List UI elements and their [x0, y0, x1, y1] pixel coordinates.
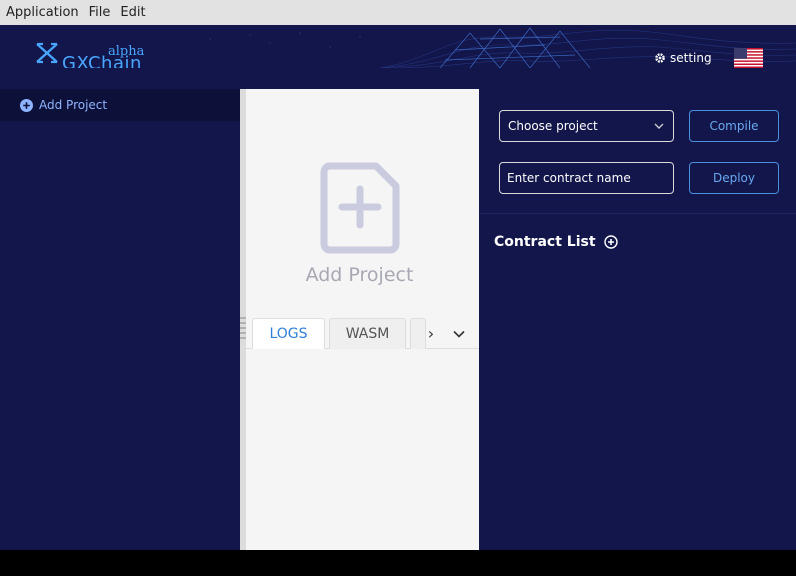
contract-panel: Choose project Compile Deploy Contract L… [479, 89, 796, 550]
plus-circle-icon [20, 98, 33, 112]
window-footer [0, 550, 796, 576]
add-contract-plus-circle-icon[interactable] [603, 235, 618, 249]
tab-more-chevron-down-icon[interactable] [450, 318, 468, 349]
setting-button[interactable]: setting [654, 51, 712, 65]
header-subbar [0, 68, 796, 89]
project-select-placeholder: Choose project [508, 119, 598, 133]
editor-panel: Add Project LOGS WASM › [240, 89, 479, 550]
menu-edit[interactable]: Edit [120, 5, 145, 20]
gear-icon [655, 53, 665, 63]
setting-label: setting [670, 51, 712, 65]
tab-logs[interactable]: LOGS [252, 318, 325, 349]
deploy-button[interactable]: Deploy [689, 162, 779, 194]
menu-application[interactable]: Application [6, 5, 79, 20]
contract-controls: Choose project Compile Deploy [479, 89, 796, 214]
menu-bar: Application File Edit [0, 0, 796, 25]
logo-name: GXChain [62, 53, 142, 68]
output-tabs: LOGS WASM › [246, 318, 479, 349]
sidebar-add-project[interactable]: Add Project [0, 89, 240, 121]
contract-list-title: Contract List [494, 234, 596, 250]
add-project-label[interactable]: Add Project [246, 264, 473, 286]
contract-name-input[interactable] [499, 162, 674, 194]
contract-list-header: Contract List [494, 234, 618, 250]
us-flag-icon[interactable] [734, 48, 763, 68]
tab-scroll-right-icon[interactable]: › [424, 318, 438, 349]
compile-button[interactable]: Compile [689, 110, 779, 142]
chevron-down-icon [654, 123, 664, 129]
sidebar-add-project-label: Add Project [39, 98, 108, 112]
add-file-icon[interactable] [320, 162, 400, 254]
gxchain-logo-icon [36, 42, 58, 64]
project-select[interactable]: Choose project [499, 110, 674, 142]
tab-wasm[interactable]: WASM [329, 318, 406, 349]
menu-file[interactable]: File [89, 5, 111, 20]
project-sidebar: Add Project [0, 89, 240, 550]
